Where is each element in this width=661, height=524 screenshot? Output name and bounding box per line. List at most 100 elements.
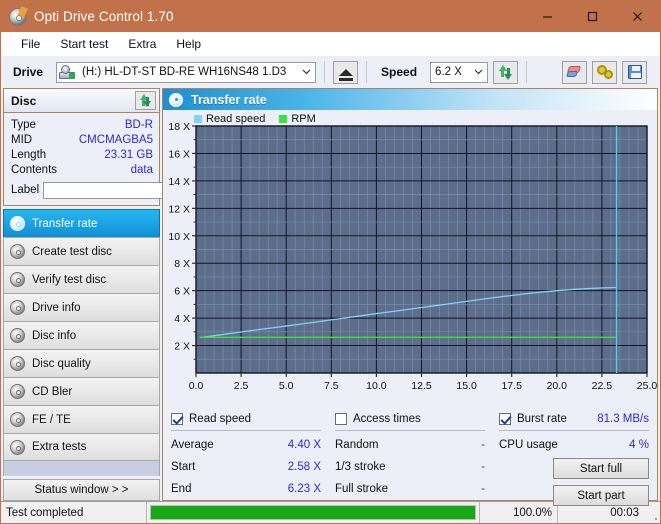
disc-panel-title: Disc <box>11 93 37 108</box>
stat-key: End <box>171 483 192 495</box>
svg-text:0.0: 0.0 <box>189 380 204 392</box>
menu-start-test[interactable]: Start test <box>50 35 118 53</box>
disc-icon <box>10 216 25 231</box>
eraser-icon <box>565 65 583 79</box>
menu-extra[interactable]: Extra <box>118 35 166 53</box>
disc-panel: Disc Type BD-R MID CMCMAGBA5 Length 23.3… <box>3 88 247 206</box>
stat-start: Start 2.58 X <box>171 456 321 478</box>
chevron-down-icon <box>470 63 487 82</box>
drive-select[interactable]: (H:) HL-DT-ST BD-RE WH16NS48 1.D3 <box>56 61 317 83</box>
sidebar-item-label: FE / TE <box>32 413 71 426</box>
svg-text:12 X: 12 X <box>168 203 190 215</box>
burst-rate-check-row[interactable]: Burst rate 81.3 MB/s <box>499 410 649 427</box>
svg-text:10.0: 10.0 <box>366 380 387 392</box>
disc-row-value: CMCMAGBA5 <box>78 133 153 146</box>
stat-value: - <box>481 461 485 473</box>
gears-icon <box>596 65 613 79</box>
sidebar-item-fe-te[interactable]: FE / TE <box>3 405 160 433</box>
tools-button[interactable] <box>592 60 618 84</box>
status-window-label: Status window > > <box>34 484 129 496</box>
svg-text:20.0: 20.0 <box>547 380 568 392</box>
page-title: Transfer rate <box>191 92 267 107</box>
read-speed-label: Read speed <box>189 412 252 425</box>
disc-icon <box>10 412 25 427</box>
sidebar-item-transfer-rate[interactable]: Transfer rate <box>3 209 160 237</box>
speed-select[interactable]: 6.2 X <box>430 61 489 83</box>
eject-icon <box>338 68 353 81</box>
svg-text:15.0: 15.0 <box>456 380 477 392</box>
menu-bar: File Start test Extra Help <box>1 32 660 56</box>
status-window-button[interactable]: Status window > > <box>3 479 160 501</box>
erase-button[interactable] <box>562 60 588 84</box>
sidebar-item-disc-info[interactable]: Disc info <box>3 321 160 349</box>
burst-rate-label: Burst rate <box>517 412 567 425</box>
start-full-button[interactable]: Start full <box>553 458 649 479</box>
menu-file[interactable]: File <box>11 35 50 53</box>
stat-value: 6.23 X <box>287 483 321 495</box>
speed-label: Speed <box>381 65 418 79</box>
disc-icon <box>10 328 25 343</box>
divider <box>499 429 649 431</box>
disc-row-mid: MID CMCMAGBA5 <box>11 132 153 147</box>
stat-random: Random - <box>335 434 485 456</box>
test-nav-list: Transfer rate Create test disc Verify te… <box>3 209 160 461</box>
stat-key: Random <box>335 439 379 451</box>
svg-text:2 X: 2 X <box>174 341 190 353</box>
disc-row-value: data <box>130 163 153 176</box>
svg-text:2.5: 2.5 <box>234 380 249 392</box>
svg-text:10 X: 10 X <box>168 231 190 243</box>
sidebar-item-label: Extra tests <box>32 441 87 453</box>
minimize-button[interactable] <box>525 1 570 32</box>
close-button[interactable] <box>615 1 660 32</box>
disc-info-list: Type BD-R MID CMCMAGBA5 Length 23.31 GB … <box>4 113 247 205</box>
sidebar-item-drive-info[interactable]: Drive info <box>3 293 160 321</box>
access-times-label: Access times <box>353 412 421 425</box>
disc-row-value: 23.31 GB <box>104 148 153 161</box>
stats-col-access-times: Access times Random - 1/3 stroke - Full <box>335 410 485 506</box>
sidebar-item-label: Create test disc <box>32 245 112 258</box>
sidebar-spacer <box>3 461 160 476</box>
access-times-check-row[interactable]: Access times <box>335 410 485 427</box>
sidebar-item-create-test-disc[interactable]: Create test disc <box>3 237 160 265</box>
sidebar-item-verify-test-disc[interactable]: Verify test disc <box>3 265 160 293</box>
start-part-button[interactable]: Start part <box>553 485 649 506</box>
maximize-button[interactable] <box>570 1 615 32</box>
disc-row-contents: Contents data <box>11 162 153 177</box>
toolbar-divider <box>526 61 528 83</box>
sidebar-item-disc-quality[interactable]: Disc quality <box>3 349 160 377</box>
progress-track <box>150 505 476 520</box>
stat-key: Full stroke <box>335 483 389 495</box>
eject-button[interactable] <box>333 60 359 84</box>
chart-canvas: 2 X 4 X 6 X 8 X 10 X 12 X 14 X 16 X 18 X 0.0 2.5 5.… <box>168 121 657 392</box>
read-speed-check-row[interactable]: Read speed <box>171 410 321 427</box>
svg-text:25.0: 25.0 <box>637 380 657 392</box>
svg-text:5.0: 5.0 <box>279 380 294 392</box>
save-icon <box>627 65 642 79</box>
transfer-rate-chart: Read speed RPM 2 X4 X6 X8 X 10 X 12 X 14 X1… <box>163 110 657 404</box>
stats-grid: Read speed Average 4.40 X Start 2.58 X E… <box>171 410 649 506</box>
stat-end: End 6.23 X <box>171 478 321 500</box>
access-times-checkbox[interactable] <box>335 412 347 425</box>
menu-help[interactable]: Help <box>166 35 211 53</box>
disc-row-key: Contents <box>11 163 58 176</box>
disc-refresh-button[interactable] <box>135 91 156 110</box>
disc-row-key: Type <box>11 118 36 131</box>
sidebar-item-extra-tests[interactable]: Extra tests <box>3 433 160 461</box>
burst-rate-checkbox[interactable] <box>499 412 511 425</box>
disc-icon <box>10 244 25 259</box>
stat-value: 2.58 X <box>287 461 321 473</box>
stat-key: Average <box>171 439 214 451</box>
content-header: Transfer rate <box>163 89 657 110</box>
disc-panel-header: Disc <box>4 89 159 113</box>
sidebar-item-cd-bler[interactable]: CD Bler <box>3 377 160 405</box>
disc-icon <box>169 92 183 107</box>
toolbar: Drive (H:) HL-DT-ST BD-RE WH16NS48 1.D3 … <box>1 56 660 88</box>
burst-rate-value: 81.3 MB/s <box>597 412 649 425</box>
content-panel: Transfer rate Read speed RPM 2 X4 X6 X8 … <box>162 88 658 506</box>
stat-full-stroke: Full stroke - <box>335 478 485 500</box>
refresh-button[interactable] <box>493 60 519 84</box>
disc-row-type: Type BD-R <box>11 117 153 132</box>
app-title: Opti Drive Control 1.70 <box>34 9 174 24</box>
save-button[interactable] <box>622 60 648 84</box>
read-speed-checkbox[interactable] <box>171 412 183 425</box>
